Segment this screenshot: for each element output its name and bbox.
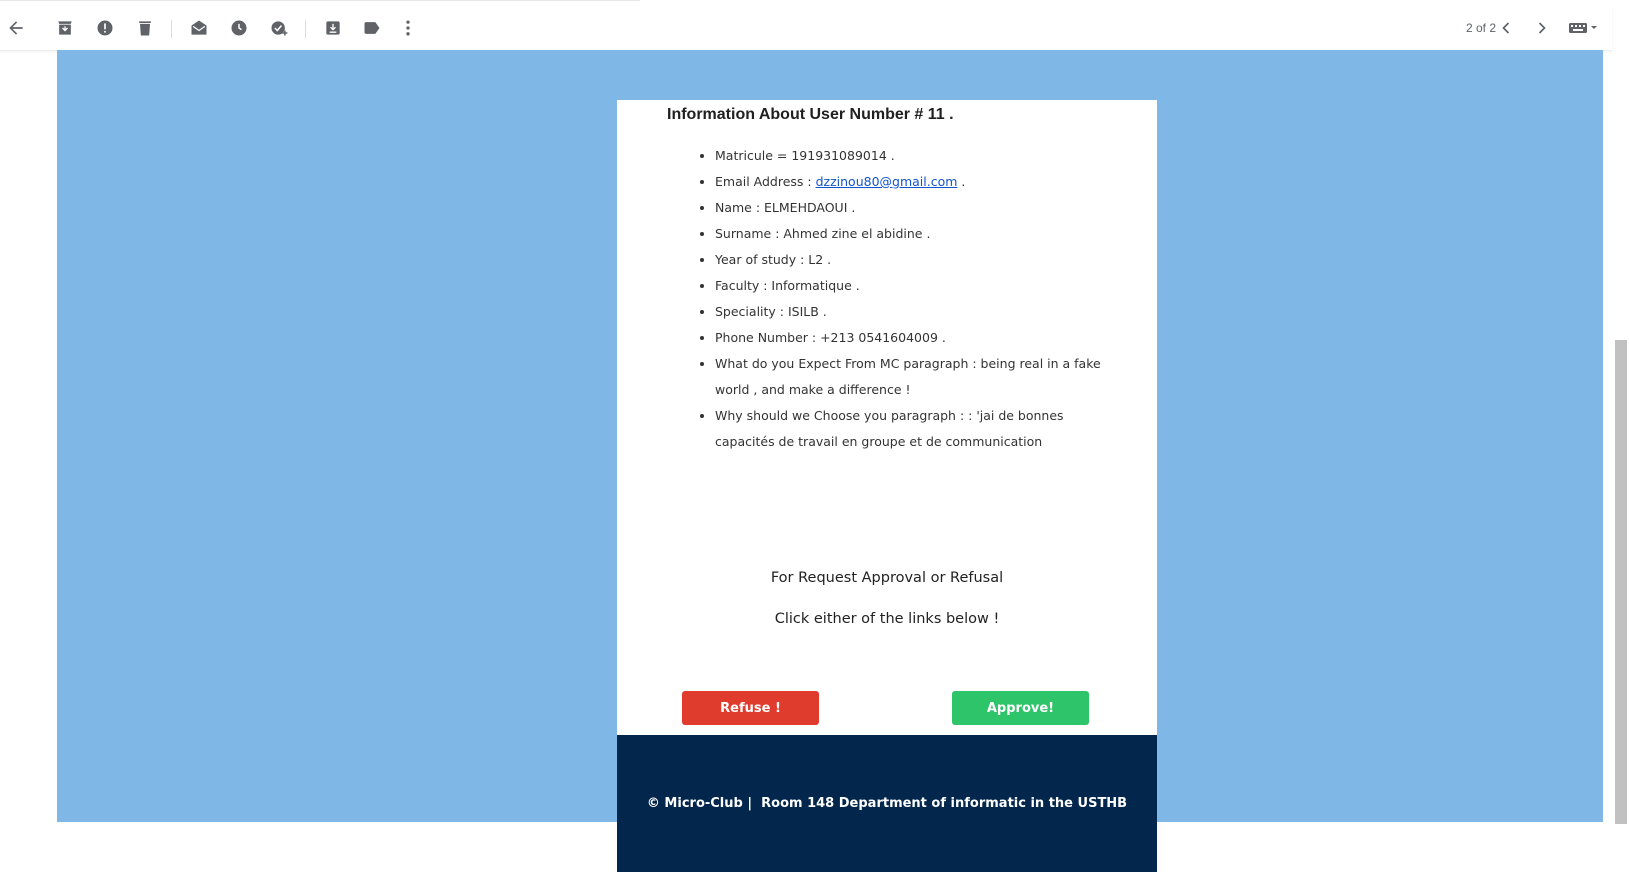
previous-button[interactable] bbox=[1492, 14, 1520, 42]
list-item: Matricule = 191931089014 . bbox=[715, 143, 1125, 169]
label-icon bbox=[364, 22, 380, 34]
move-to-icon bbox=[326, 21, 340, 35]
request-instruction-title: For Request Approval or Refusal bbox=[770, 570, 1004, 586]
list-item: Phone Number : +213 0541604009 . bbox=[715, 325, 1125, 351]
snooze-icon bbox=[231, 20, 247, 36]
list-item: Faculty : Informatique . bbox=[715, 273, 1125, 299]
list-item: What do you Expect From MC paragraph : b… bbox=[715, 351, 1125, 403]
user-info-list: Matricule = 191931089014 . Email Address… bbox=[666, 143, 1125, 455]
footer-text: © Micro-Club | Room 148 Department of in… bbox=[646, 796, 1128, 811]
report-spam-icon bbox=[97, 20, 113, 36]
report-spam-button[interactable] bbox=[91, 14, 119, 42]
list-item: Speciality : ISILB . bbox=[715, 299, 1125, 325]
more-icon bbox=[406, 20, 410, 36]
keyboard-icon bbox=[1569, 23, 1597, 33]
move-to-button[interactable] bbox=[319, 14, 347, 42]
next-button[interactable] bbox=[1528, 14, 1556, 42]
list-item: Surname : Ahmed zine el abidine . bbox=[715, 221, 1125, 247]
refuse-button[interactable]: Refuse ! bbox=[682, 691, 819, 725]
email-footer: © Micro-Club | Room 148 Department of in… bbox=[617, 735, 1157, 872]
email-content-card: Information About User Number # 11 . Mat… bbox=[617, 100, 1157, 735]
toolbar-divider bbox=[305, 20, 306, 38]
add-task-button[interactable] bbox=[265, 14, 293, 42]
email-body-background: Information About User Number # 11 . Mat… bbox=[57, 50, 1603, 872]
scrollbar-thumb[interactable] bbox=[1615, 340, 1627, 824]
previous-icon bbox=[1502, 22, 1510, 34]
delete-icon bbox=[139, 21, 151, 36]
mark-unread-icon bbox=[191, 20, 207, 35]
add-task-icon bbox=[271, 21, 288, 36]
back-button[interactable] bbox=[2, 14, 30, 42]
archive-button[interactable] bbox=[51, 14, 79, 42]
input-tools-button[interactable] bbox=[1566, 14, 1602, 42]
request-instruction-text: Click either of the links below ! bbox=[774, 611, 1000, 627]
email-link[interactable]: dzzinou80@gmail.com bbox=[816, 174, 958, 189]
approve-button[interactable]: Approve! bbox=[952, 691, 1089, 725]
mark-unread-button[interactable] bbox=[185, 14, 213, 42]
loading-bar bbox=[0, 0, 640, 1]
more-options-button[interactable] bbox=[394, 14, 422, 42]
back-arrow-icon bbox=[9, 21, 23, 35]
user-info-heading: Information About User Number # 11 . bbox=[667, 106, 954, 123]
list-item: Why should we Choose you paragraph : : '… bbox=[715, 403, 1125, 455]
toolbar-divider bbox=[171, 20, 172, 38]
archive-icon bbox=[58, 21, 72, 35]
list-item: Name : ELMEHDAOUI . bbox=[715, 195, 1125, 221]
snooze-button[interactable] bbox=[225, 14, 253, 42]
email-label: Email Address : bbox=[715, 174, 816, 189]
label-button[interactable] bbox=[358, 14, 386, 42]
list-item: Year of study : L2 . bbox=[715, 247, 1125, 273]
pagination-count: 2 of 2 bbox=[1465, 21, 1496, 35]
next-icon bbox=[1538, 22, 1546, 34]
message-toolbar: 2 of 2 bbox=[0, 6, 1612, 51]
delete-button[interactable] bbox=[131, 14, 159, 42]
email-suffix: . bbox=[957, 174, 966, 189]
list-item: Email Address : dzzinou80@gmail.com . bbox=[715, 169, 1125, 195]
